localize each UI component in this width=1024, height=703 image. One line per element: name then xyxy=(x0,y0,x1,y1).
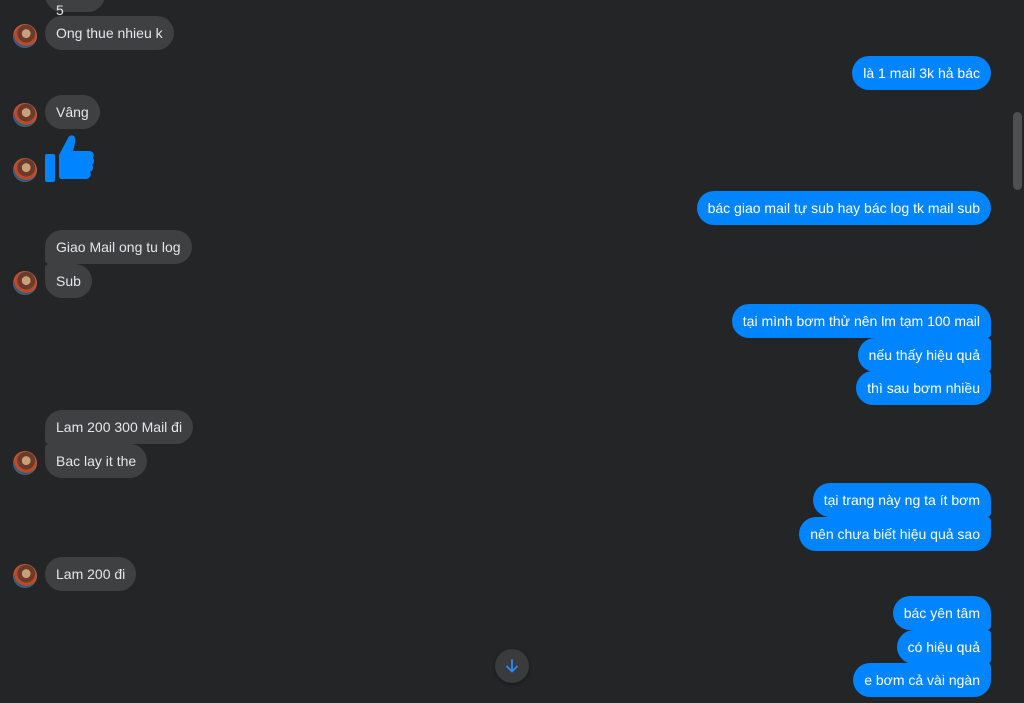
avatar[interactable] xyxy=(13,564,37,588)
outgoing-message[interactable]: có hiệu quả xyxy=(896,630,991,664)
outgoing-message[interactable]: tại trang này ng ta ít bơm xyxy=(812,483,991,517)
outgoing-message[interactable]: là 1 mail 3k hả bác xyxy=(852,56,991,90)
outgoing-message[interactable]: nên chưa biết hiệu quả sao xyxy=(799,517,991,551)
incoming-message[interactable]: Vâng xyxy=(45,95,100,129)
scrollbar[interactable] xyxy=(1010,0,1024,703)
incoming-message[interactable]: Giao Mail ong tu log xyxy=(45,230,192,264)
scrollbar-thumb[interactable] xyxy=(1013,112,1022,190)
outgoing-message[interactable]: bác giao mail tự sub hay bác log tk mail… xyxy=(696,191,991,225)
avatar[interactable] xyxy=(13,158,37,182)
incoming-message[interactable]: Bac lay it the xyxy=(45,444,148,478)
partial-message-bubble: Rate 5 xyxy=(45,0,105,18)
scroll-to-bottom-button[interactable] xyxy=(495,649,529,683)
incoming-message[interactable]: Sub xyxy=(45,264,92,298)
arrow-down-icon xyxy=(506,659,518,673)
incoming-message[interactable]: Lam 200 300 Mail đi xyxy=(45,410,194,444)
avatar[interactable] xyxy=(13,103,37,127)
thumbs-up-icon[interactable] xyxy=(44,134,96,184)
outgoing-message[interactable]: thì sau bơm nhiều xyxy=(856,371,991,405)
incoming-message[interactable]: Lam 200 đi xyxy=(45,557,137,591)
avatar[interactable] xyxy=(13,24,37,48)
outgoing-message[interactable]: e bơm cả vài ngàn xyxy=(853,663,991,697)
outgoing-message[interactable]: bác yên tâm xyxy=(892,596,991,630)
outgoing-message[interactable]: nếu thấy hiệu quả xyxy=(857,338,991,372)
avatar[interactable] xyxy=(13,271,37,295)
chat-thread: Rate 5 Ong thue nhieu k là 1 mail 3k hả … xyxy=(0,0,1010,703)
outgoing-message[interactable]: tại mình bơm thử nên lm tạm 100 mail xyxy=(731,304,991,338)
incoming-message[interactable]: Ong thue nhieu k xyxy=(45,16,174,50)
avatar[interactable] xyxy=(13,451,37,475)
